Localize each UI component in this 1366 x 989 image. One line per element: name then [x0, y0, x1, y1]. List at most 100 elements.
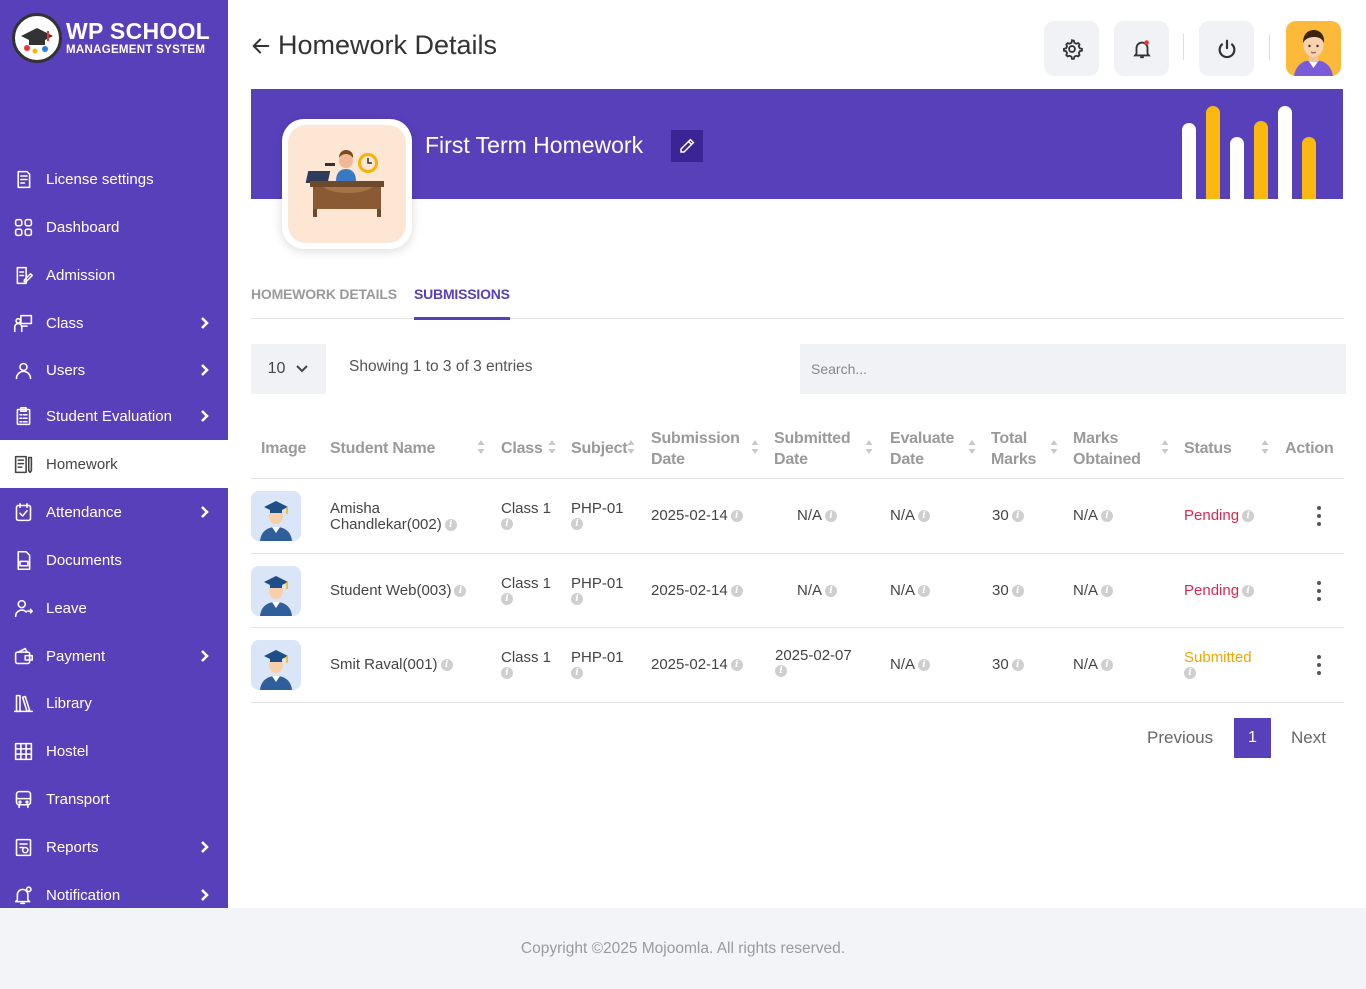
sidebar-item-payment[interactable]: Payment — [0, 632, 228, 680]
sidebar-item-attendance[interactable]: Attendance — [0, 488, 228, 536]
column-header-marks-obtained[interactable]: Marks Obtained — [1073, 428, 1158, 470]
info-icon[interactable]: i — [444, 519, 457, 532]
marks-obtained-cell: N/A i — [1073, 582, 1114, 599]
total-marks-cell: 30 i — [992, 657, 1024, 673]
info-icon[interactable]: i — [775, 665, 787, 677]
column-header-submitted-date[interactable]: Submitted Date — [774, 428, 859, 470]
sort-icon[interactable] — [477, 439, 485, 455]
submission-date-cell: 2025-02-14 i — [651, 581, 743, 599]
column-header-status[interactable]: Status — [1184, 438, 1232, 459]
sidebar-item-student-evaluation[interactable]: Student Evaluation — [0, 392, 228, 440]
sidebar-item-dashboard[interactable]: Dashboard — [0, 203, 228, 251]
tab-homework-details[interactable]: HOMEWORK DETAILS — [251, 286, 397, 317]
info-icon[interactable]: i — [1184, 667, 1196, 679]
sidebar-item-label: Dashboard — [46, 218, 120, 236]
info-icon[interactable]: i — [918, 510, 931, 523]
sidebar-item-label: Homework — [46, 455, 118, 473]
student-name-cell: Student Web(003) i — [330, 581, 480, 599]
header-divider — [1269, 34, 1270, 60]
dashboard-icon — [12, 216, 34, 238]
sidebar-item-license-settings[interactable]: License settings — [0, 155, 228, 203]
info-icon[interactable]: i — [440, 659, 453, 672]
sort-icon[interactable] — [1161, 439, 1169, 455]
row-actions-menu[interactable] — [1317, 506, 1321, 530]
info-icon[interactable]: i — [825, 584, 838, 597]
info-icon[interactable]: i — [1011, 510, 1024, 523]
brand[interactable]: WP SCHOOL MANAGEMENT SYSTEM — [0, 0, 228, 76]
submitted-date: N/A — [797, 581, 823, 599]
logout-button[interactable] — [1199, 21, 1254, 76]
hostel-icon — [12, 740, 34, 762]
submission-date: 2025-02-14 — [651, 656, 728, 673]
info-icon[interactable]: i — [1242, 510, 1255, 523]
info-icon[interactable]: i — [730, 584, 743, 597]
info-icon[interactable]: i — [730, 659, 743, 672]
sidebar-item-admission[interactable]: Admission — [0, 251, 228, 299]
status-badge: Pending — [1184, 507, 1240, 524]
sort-icon[interactable] — [1261, 439, 1269, 455]
subject-value: PHP-01 — [571, 649, 624, 666]
user-avatar[interactable] — [1286, 21, 1341, 76]
previous-page-button[interactable]: Previous — [1147, 728, 1213, 748]
column-header-total-marks[interactable]: Total Marks — [991, 428, 1076, 470]
column-header-class[interactable]: Class — [501, 438, 543, 459]
sidebar-item-label: Library — [46, 694, 92, 712]
sidebar-item-hostel[interactable]: Hostel — [0, 727, 228, 775]
column-header-submission-date[interactable]: Submission Date — [651, 428, 740, 470]
info-icon[interactable]: i — [454, 584, 467, 597]
sidebar-item-library[interactable]: Library — [0, 679, 228, 727]
chevron-right-icon — [201, 889, 209, 901]
status-badge: Submitted — [1184, 649, 1252, 666]
column-header-evaluate-date[interactable]: Evaluate Date — [890, 428, 975, 470]
back-arrow-icon[interactable] — [250, 35, 272, 57]
evaluate-date-cell: N/A i — [890, 582, 931, 599]
info-icon[interactable]: i — [918, 584, 931, 597]
sort-icon[interactable] — [627, 439, 635, 455]
sidebar-item-homework[interactable]: Homework — [0, 440, 228, 488]
row-actions-menu[interactable] — [1317, 580, 1321, 605]
next-page-button[interactable]: Next — [1291, 728, 1326, 748]
info-icon[interactable]: i — [501, 518, 513, 530]
sidebar-item-users[interactable]: Users — [0, 346, 228, 394]
row-actions-menu[interactable] — [1317, 655, 1321, 679]
settings-button[interactable] — [1044, 21, 1099, 76]
info-icon[interactable]: i — [501, 592, 513, 605]
sort-icon[interactable] — [751, 439, 759, 455]
chevron-down-icon — [296, 365, 309, 373]
info-icon[interactable]: i — [825, 510, 838, 523]
edit-homework-button[interactable] — [671, 130, 703, 162]
info-icon[interactable]: i — [571, 518, 583, 530]
page-length-select[interactable]: 10 — [251, 344, 326, 394]
info-icon[interactable]: i — [730, 510, 743, 523]
table-row: Smit Raval(001) i Class 1 i PHP-01 i 2025-02-1… — [251, 628, 1344, 703]
column-header-subject[interactable]: Subject — [571, 438, 628, 459]
info-icon[interactable]: i — [1101, 659, 1114, 672]
sidebar-item-transport[interactable]: Transport — [0, 775, 228, 823]
sidebar-item-documents[interactable]: Documents — [0, 536, 228, 584]
student-name: Student Web(003) — [330, 581, 452, 599]
sort-icon[interactable] — [548, 439, 556, 455]
search-input[interactable] — [800, 344, 1346, 394]
tab-submissions[interactable]: SUBMISSIONS — [414, 286, 510, 320]
info-icon[interactable]: i — [1011, 659, 1024, 672]
submission-date: 2025-02-14 — [651, 581, 728, 599]
sidebar-item-class[interactable]: Class — [0, 299, 228, 347]
sort-icon[interactable] — [865, 439, 873, 455]
info-icon[interactable]: i — [1101, 584, 1114, 597]
payment-icon — [12, 645, 34, 667]
info-icon[interactable]: i — [1011, 584, 1024, 597]
info-icon[interactable]: i — [571, 592, 583, 605]
info-icon[interactable]: i — [1242, 584, 1255, 597]
sidebar-item-leave[interactable]: Leave — [0, 584, 228, 632]
info-icon[interactable]: i — [918, 659, 931, 672]
notifications-button[interactable] — [1114, 21, 1169, 76]
sort-icon[interactable] — [1050, 439, 1058, 455]
info-icon[interactable]: i — [571, 667, 583, 679]
column-header-student-name[interactable]: Student Name — [330, 438, 435, 459]
sort-icon[interactable] — [968, 439, 976, 455]
page-1-button[interactable]: 1 — [1234, 718, 1271, 758]
info-icon[interactable]: i — [501, 667, 513, 679]
sidebar-item-reports[interactable]: Reports — [0, 823, 228, 871]
info-icon[interactable]: i — [1101, 510, 1114, 523]
top-header: Homework Details — [228, 0, 1366, 89]
